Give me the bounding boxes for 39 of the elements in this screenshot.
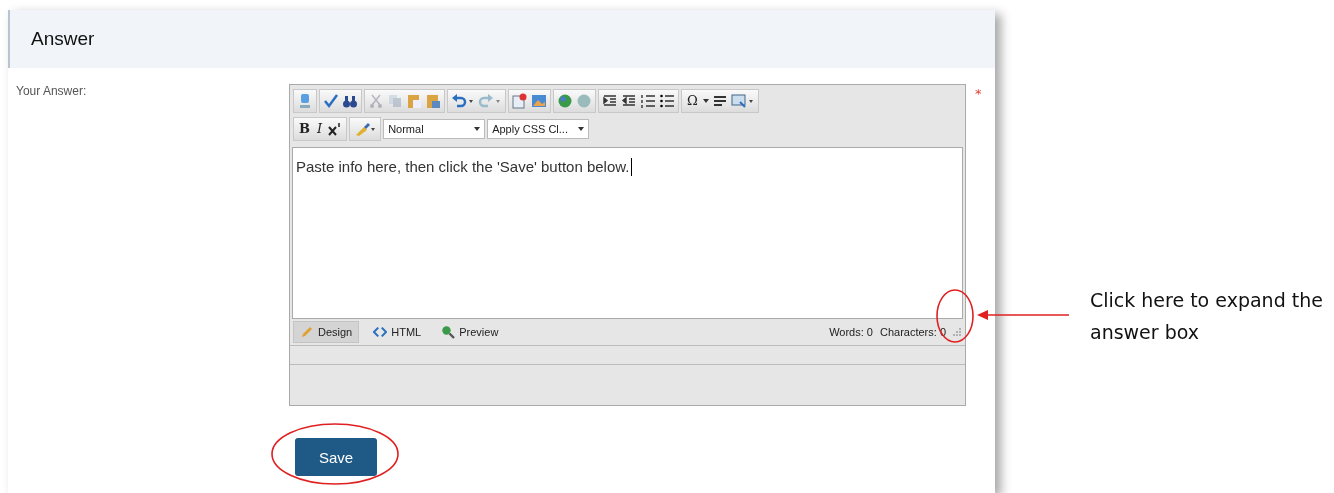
pencil-icon: [300, 325, 314, 339]
mode-tab[interactable]: Preview: [435, 321, 505, 343]
spellcheck-icon[interactable]: [323, 93, 339, 109]
answer-text: Paste info here, then click the 'Save' button below.: [296, 158, 630, 175]
binoculars-icon[interactable]: [342, 93, 358, 109]
bulleted-list-icon[interactable]: [659, 93, 675, 109]
mode-tab[interactable]: HTML: [367, 321, 428, 343]
insert-icon[interactable]: [730, 93, 755, 109]
highlight-ellipse: [935, 288, 975, 344]
magnifier-icon: [441, 325, 456, 339]
section-title: Answer: [31, 28, 95, 50]
caret-icon: [474, 127, 481, 131]
italic-button[interactable]: I: [315, 121, 325, 137]
format-dropdown[interactable]: Normal: [383, 119, 486, 139]
numbered-list-icon[interactable]: [640, 93, 656, 109]
css-class-dropdown[interactable]: Apply CSS Cl...: [487, 119, 590, 139]
image-pin-icon[interactable]: [512, 93, 528, 109]
save-button[interactable]: Save: [295, 438, 377, 476]
paragraph-icon[interactable]: [711, 93, 728, 109]
code-icon: [373, 325, 388, 339]
outdent-icon[interactable]: [621, 93, 637, 109]
mode-tab[interactable]: Design: [293, 321, 360, 343]
globe-icon[interactable]: [557, 93, 573, 109]
caret-icon: [578, 127, 585, 131]
clipboard-icon[interactable]: [425, 93, 441, 109]
annotation-text: Click here to expand the answer box: [1090, 288, 1324, 345]
user-icon[interactable]: [297, 93, 313, 109]
undo-icon[interactable]: [451, 93, 475, 109]
word-count: Words: 0: [829, 326, 873, 338]
field-label: Your Answer:: [16, 84, 88, 100]
resize-grip-icon[interactable]: [952, 327, 962, 337]
required-mark: *: [975, 86, 982, 103]
bold-button[interactable]: B: [297, 121, 312, 137]
caret-icon[interactable]: [702, 99, 709, 103]
indent-icon[interactable]: [602, 93, 618, 109]
clipboard-icon[interactable]: [406, 93, 422, 109]
special-character-button[interactable]: Ω: [685, 93, 700, 109]
answer-text-area[interactable]: Paste info here, then click the 'Save' button below.: [292, 147, 963, 319]
image-icon[interactable]: [531, 93, 547, 109]
